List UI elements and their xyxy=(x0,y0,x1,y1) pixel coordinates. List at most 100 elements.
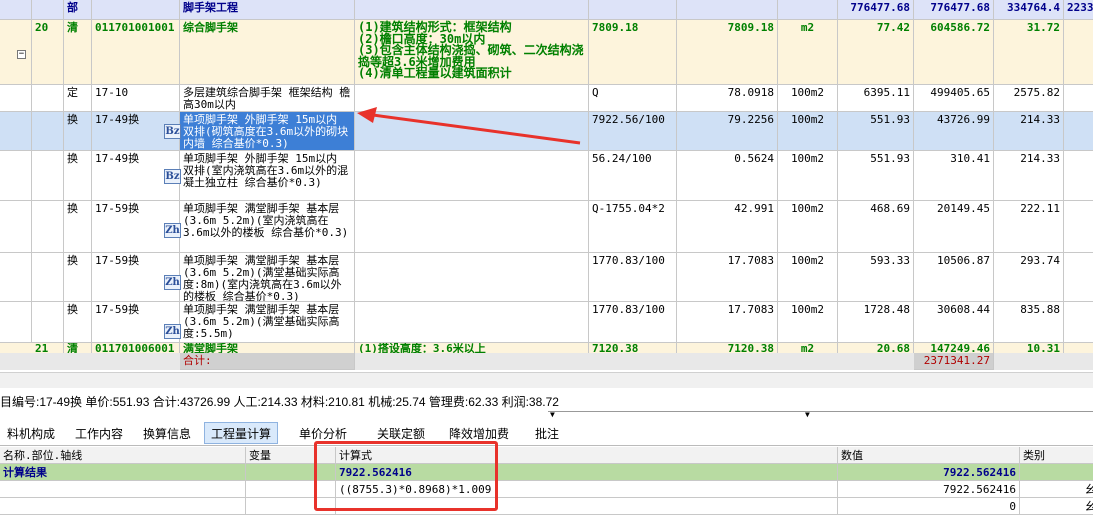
item-features: (1)建筑结构形式：框架结构 (2)檐口高度：30m以内 (3)包含主体结构浇捣… xyxy=(355,20,589,85)
cell xyxy=(32,253,64,302)
quota-expr: 1770.83/100 xyxy=(589,302,677,343)
item-type: 清 xyxy=(64,20,92,85)
cell xyxy=(0,302,32,343)
section-total-price: 776477.68 xyxy=(838,0,914,20)
quota-row[interactable]: 换 17-59换 单项脚手架 满堂脚手架 基本层(3.6m 5.2m)(满堂基础实际… xyxy=(0,253,1093,302)
cell xyxy=(355,0,589,20)
section-total2: 776477.68 xyxy=(914,0,994,20)
calc-row[interactable]: ((8755.3)*0.8968)*1.009 7922.562416 幺 xyxy=(0,481,1093,498)
cell xyxy=(0,151,32,201)
dropdown-arrow-icon[interactable]: ▼ xyxy=(805,411,810,419)
quota-qty: 0.5624 xyxy=(677,151,778,201)
value-cell: 0 xyxy=(838,498,1020,515)
annotation-box xyxy=(314,441,498,511)
cell xyxy=(32,201,64,253)
item-type: 清 xyxy=(64,343,92,353)
quota-name: 单项脚手架 外脚手架 15m以内 双排(室内浇筑高在3.6m以外的混凝土独立柱 … xyxy=(180,151,355,201)
item-labor: 10.31 xyxy=(994,343,1064,353)
quota-price: 551.93 xyxy=(838,151,914,201)
quota-price: 468.69 xyxy=(838,201,914,253)
item-total: 147249.46 xyxy=(914,343,994,353)
calc-table: 名称.部位.轴线 变量 计算式 数值 类别 计算结果 7922.562416 7… xyxy=(0,447,1093,515)
quota-expr: 56.24/100 xyxy=(589,151,677,201)
section-extra: 2233 xyxy=(1064,0,1093,20)
cell xyxy=(32,151,64,201)
item-qty: 7809.18 xyxy=(677,20,778,85)
quota-row[interactable]: 换 17-49换 单项脚手架 外脚手架 15m以内 双排(室内浇筑高在3.6m以外的… xyxy=(0,151,1093,201)
quota-grid: 部 脚手架工程 776477.68 776477.68 334764.4 223… xyxy=(0,0,1093,370)
item-unit: m2 xyxy=(778,20,838,85)
cell xyxy=(0,0,32,20)
info-bar: 目编号:17-49换 单价:551.93 合计:43726.99 人工:214.… xyxy=(0,395,559,409)
item-expr: 7809.18 xyxy=(589,20,677,85)
bill-item-row[interactable]: 21 清 011701006001 满堂脚手架 (1)搭设高度：3.6米以上 7… xyxy=(0,343,1093,353)
cell xyxy=(677,0,778,20)
cell xyxy=(1064,85,1093,112)
cell xyxy=(589,0,677,20)
quota-type: 换 xyxy=(64,151,92,201)
cell xyxy=(0,481,246,498)
item-seq: 21 xyxy=(32,343,64,353)
tab-1[interactable]: 工作内容 xyxy=(68,422,130,444)
tab-7[interactable]: 批注 xyxy=(528,422,566,444)
tab-0[interactable]: 料机构成 xyxy=(0,422,62,444)
cell xyxy=(778,0,838,20)
quota-total: 10506.87 xyxy=(914,253,994,302)
calc-result-row[interactable]: 计算结果 7922.562416 7922.562416 xyxy=(0,464,1093,481)
quota-price: 593.33 xyxy=(838,253,914,302)
quota-total: 20149.45 xyxy=(914,201,994,253)
quota-unit: 100m2 xyxy=(778,302,838,343)
quota-expr: 7922.56/100 xyxy=(589,112,677,151)
quota-expr: Q xyxy=(589,85,677,112)
cell xyxy=(1064,20,1093,85)
quota-unit: 100m2 xyxy=(778,151,838,201)
quota-labor: 293.74 xyxy=(994,253,1064,302)
dropdown-arrow-icon[interactable]: ▼ xyxy=(550,411,555,419)
cell xyxy=(1064,201,1093,253)
item-unit-price: 20.68 xyxy=(838,343,914,353)
item-labor: 31.72 xyxy=(994,20,1064,85)
tab-2[interactable]: 换算信息 xyxy=(136,422,198,444)
header-name: 名称.部位.轴线 xyxy=(0,447,246,464)
quota-type: 换 xyxy=(64,253,92,302)
quota-name: 单项脚手架 满堂脚手架 基本层(3.6m 5.2m)(室内浇筑高在3.6m以外的… xyxy=(180,201,355,253)
item-total: 604586.72 xyxy=(914,20,994,85)
result-name: 计算结果 xyxy=(0,464,246,481)
cell xyxy=(0,85,32,112)
item-name: 综合脚手架 xyxy=(180,20,355,85)
zh-badge-icon: Zh xyxy=(164,324,181,339)
footer-label: 合计: xyxy=(180,353,355,370)
quota-price: 551.93 xyxy=(838,112,914,151)
tab-3[interactable]: 工程量计算 xyxy=(204,422,279,444)
cell xyxy=(0,112,32,151)
item-expr: 7120.38 xyxy=(589,343,677,353)
quota-type: 换 xyxy=(64,201,92,253)
item-unit: m2 xyxy=(778,343,838,353)
quota-unit: 100m2 xyxy=(778,201,838,253)
quota-row[interactable]: 换 17-59换 单项脚手架 满堂脚手架 基本层(3.6m 5.2m)(室内浇筑高在… xyxy=(0,201,1093,253)
bill-item-row[interactable]: 20 清 011701001001 综合脚手架 (1)建筑结构形式：框架结构 (… xyxy=(0,20,1093,85)
cell xyxy=(1020,464,1093,481)
quota-labor: 222.11 xyxy=(994,201,1064,253)
calc-row[interactable]: 0 幺 xyxy=(0,498,1093,515)
collapse-toggle-icon[interactable]: − xyxy=(17,50,26,59)
quota-total: 499405.65 xyxy=(914,85,994,112)
cell xyxy=(32,302,64,343)
item-features: (1)搭设高度：3.6米以上 xyxy=(355,343,589,353)
quota-price: 6395.11 xyxy=(838,85,914,112)
cell xyxy=(355,201,589,253)
horizontal-scrollbar[interactable] xyxy=(0,372,1093,388)
quota-type: 换 xyxy=(64,302,92,343)
item-code: 011701006001 xyxy=(92,343,180,353)
zh-badge-icon: Zh xyxy=(164,275,181,290)
divider xyxy=(548,411,1093,419)
quota-row[interactable]: 换 17-59换 单项脚手架 满堂脚手架 基本层(3.6m 5.2m)(满堂基础实际… xyxy=(0,302,1093,343)
section-row[interactable]: 部 脚手架工程 776477.68 776477.68 334764.4 223… xyxy=(0,0,1093,20)
cell xyxy=(355,253,589,302)
quota-labor: 2575.82 xyxy=(994,85,1064,112)
quota-total: 310.41 xyxy=(914,151,994,201)
calc-header-row: 名称.部位.轴线 变量 计算式 数值 类别 xyxy=(0,447,1093,464)
quota-qty: 17.7083 xyxy=(677,302,778,343)
value-cell: 7922.562416 xyxy=(838,481,1020,498)
quota-name: 单项脚手架 满堂脚手架 基本层(3.6m 5.2m)(满堂基础实际高度:8m)(… xyxy=(180,253,355,302)
